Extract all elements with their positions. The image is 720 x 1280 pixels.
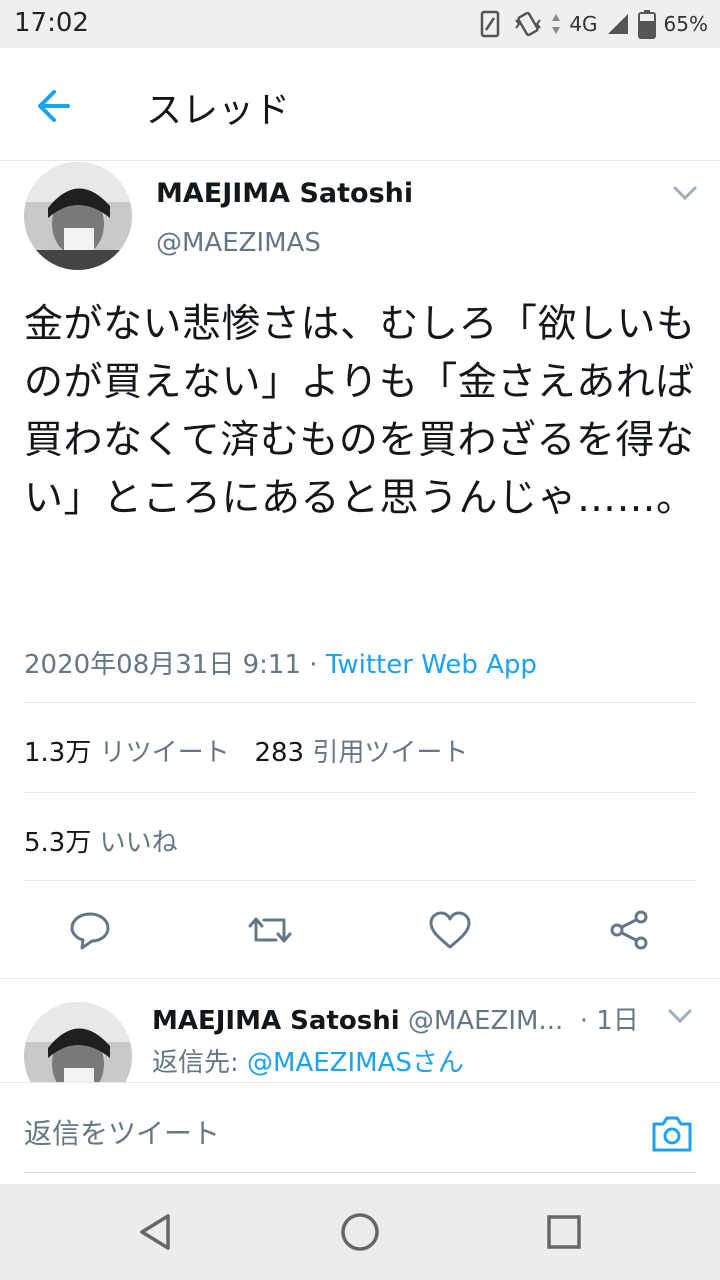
back-arrow-icon[interactable] xyxy=(30,84,82,128)
retweets-stat[interactable]: 1.3万 リツイート xyxy=(24,738,230,768)
reply-icon[interactable] xyxy=(66,906,114,954)
tweet-timestamp: 2020年08月31日 9:11 · xyxy=(24,650,326,680)
author-handle[interactable]: @MAEZIMAS xyxy=(156,228,321,258)
page-title: スレッド xyxy=(146,90,291,131)
battery-icon xyxy=(637,10,656,39)
tweet-separator xyxy=(0,978,720,979)
retweet-stats: 1.3万 リツイート 283 引用ツイート xyxy=(24,732,468,769)
status-icons: 4G 65% xyxy=(479,8,708,40)
retweet-label: リツイート xyxy=(99,738,230,768)
status-time: 17:02 xyxy=(14,8,89,38)
replying-to: 返信先: @MAEZIMASさん xyxy=(152,1042,464,1079)
input-underline xyxy=(24,1172,696,1173)
likes-stat[interactable]: 5.3万 いいね xyxy=(24,822,178,859)
divider xyxy=(24,792,696,793)
like-label: いいね xyxy=(99,828,178,858)
app-bar: スレッド xyxy=(0,48,720,161)
retweet-icon[interactable] xyxy=(246,906,294,954)
quote-count: 283 xyxy=(254,738,305,768)
like-icon[interactable] xyxy=(426,906,474,954)
battery-level: 65% xyxy=(663,12,708,36)
share-icon[interactable] xyxy=(606,906,654,954)
screen-rotate-icon xyxy=(481,10,500,38)
tweet-text: 金がない悲惨さは、むしろ「欲しいものが買えない」よりも「金さえあれば買わなくて済… xyxy=(24,302,696,521)
divider xyxy=(24,880,696,881)
reply-display-name: MAEJIMA Satoshi xyxy=(152,1006,400,1036)
author-display-name[interactable]: MAEJIMA Satoshi xyxy=(156,178,413,209)
signal-icon xyxy=(607,14,628,34)
quote-label: 引用ツイート xyxy=(312,738,469,768)
avatar[interactable] xyxy=(24,162,132,270)
vibrate-icon xyxy=(515,11,542,37)
camera-icon[interactable] xyxy=(650,1112,694,1156)
divider xyxy=(24,702,696,703)
replying-to-handle[interactable]: @MAEZIMASさん xyxy=(247,1048,464,1078)
reply-handle: @MAEZIM... xyxy=(407,1006,564,1036)
data-transfer-icon xyxy=(552,14,561,34)
chevron-down-icon[interactable] xyxy=(670,180,700,206)
recents-square-icon[interactable] xyxy=(544,1212,584,1252)
avatar-image xyxy=(24,162,132,270)
tweet-meta: 2020年08月31日 9:11 · Twitter Web App xyxy=(24,644,537,681)
reply-time: · 1日 xyxy=(579,1006,639,1036)
status-bar: 17:02 4G 65% xyxy=(0,0,720,48)
like-count: 5.3万 xyxy=(24,828,92,858)
retweet-count: 1.3万 xyxy=(24,738,92,768)
chevron-down-icon[interactable] xyxy=(666,1004,694,1028)
reply-input[interactable]: 返信をツイート xyxy=(24,1112,220,1152)
system-nav-bar xyxy=(0,1184,720,1280)
network-type: 4G xyxy=(569,12,598,36)
quotes-stat[interactable]: 283 引用ツイート xyxy=(254,738,468,768)
home-circle-icon[interactable] xyxy=(338,1210,382,1254)
back-triangle-icon[interactable] xyxy=(136,1212,176,1252)
reply-author[interactable]: MAEJIMA Satoshi @MAEZIM... · 1日 xyxy=(152,1000,639,1037)
replying-to-label: 返信先: xyxy=(152,1048,248,1078)
tweet-source[interactable]: Twitter Web App xyxy=(326,650,537,680)
